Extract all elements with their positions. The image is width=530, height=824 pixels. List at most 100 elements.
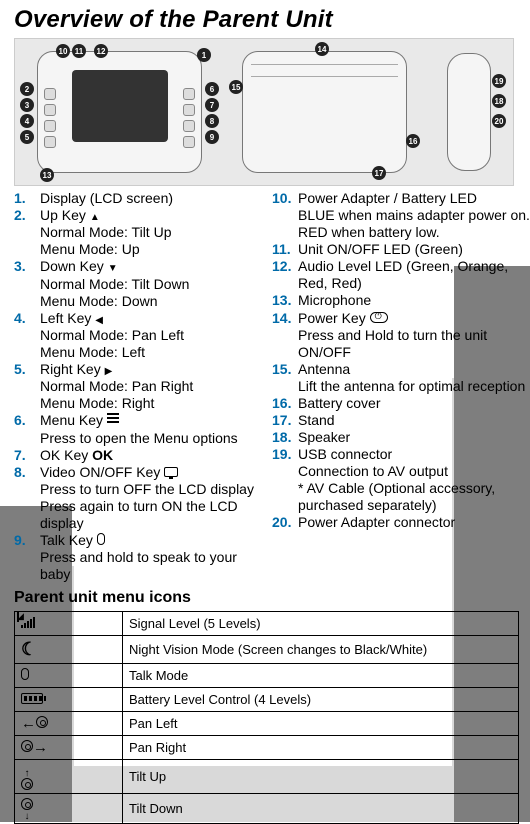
feature-extra: Press and hold to speak to your baby [40,549,258,583]
icon-cell [15,760,123,794]
icon-cell [15,793,123,824]
feature-label: Display (LCD screen) [40,190,173,206]
feature-body: Audio Level LED (Green, Orange, Red, Red… [298,258,530,292]
feature-item: 12.Audio Level LED (Green, Orange, Red, … [272,258,530,292]
feature-item: 3.Down Key Normal Mode: Tilt DownMenu Mo… [14,258,258,309]
feature-extra: RED when battery low. [298,224,530,241]
icon-description: Pan Right [123,736,519,760]
icon-description: Tilt Up [123,760,519,794]
feature-body: Unit ON/OFF LED (Green) [298,241,463,258]
feature-item: 2.Up Key Normal Mode: Tilt UpMenu Mode: … [14,207,258,258]
feature-extra: BLUE when mains adapter power on. [298,207,530,224]
feature-number: 16. [272,395,298,412]
icon-cell [15,664,123,688]
icon-cell [15,712,123,736]
pan-right-icon [21,739,48,756]
feature-body: Menu Key Press to open the Menu options [40,412,238,446]
table-row: ◢Signal Level (5 Levels) [15,612,519,636]
power-icon [370,312,388,323]
feature-body: Video ON/OFF Key Press to turn OFF the L… [40,464,258,532]
device-front-view: 1 2 3 4 5 6 7 8 9 10 11 12 13 [37,51,202,173]
feature-list-right: 10.Power Adapter / Battery LEDBLUE when … [270,190,530,583]
page-title: Overview of the Parent Unit [14,6,530,34]
feature-number: 18. [272,429,298,446]
feature-extra: Menu Mode: Up [40,241,171,258]
feature-body: Display (LCD screen) [40,190,173,207]
table-row: Night Vision Mode (Screen changes to Bla… [15,636,519,664]
feature-body: Battery cover [298,395,380,412]
menu-icon [107,413,119,425]
icon-description: Tilt Down [123,793,519,824]
feature-number: 9. [14,532,40,549]
device-back-view: 14 15 16 17 [242,51,407,173]
feature-number: 2. [14,207,40,224]
arrow-up-icon [90,207,100,223]
feature-item: 7.OK Key OK [14,447,258,464]
feature-number: 8. [14,464,40,481]
feature-extra: Press and Hold to turn the unit ON/OFF [298,327,530,361]
feature-extra: Menu Mode: Down [40,293,189,310]
icon-description: Pan Left [123,712,519,736]
feature-body: Right Key Normal Mode: Pan RightMenu Mod… [40,361,193,412]
icon-description: Night Vision Mode (Screen changes to Bla… [123,636,519,664]
tilt-up-icon [21,767,33,790]
table-row: Tilt Up [15,760,519,794]
feature-label: Menu Key [40,412,107,428]
feature-extra: Menu Mode: Left [40,344,184,361]
feature-number: 14. [272,310,298,327]
feature-item: 9.Talk Key Press and hold to speak to yo… [14,532,258,583]
feature-number: 3. [14,258,40,275]
feature-body: USB connectorConnection to AV output* AV… [298,446,530,514]
feature-number: 1. [14,190,40,207]
tilt-down-icon [21,798,33,821]
ok-icon: OK [92,447,113,463]
feature-number: 17. [272,412,298,429]
feature-label: OK Key [40,447,92,463]
feature-extra: Menu Mode: Right [40,395,193,412]
feature-item: 1.Display (LCD screen) [14,190,258,207]
feature-body: Talk Key Press and hold to speak to your… [40,532,258,583]
arrow-down-icon [108,258,118,274]
feature-number: 19. [272,446,298,463]
feature-label: Right Key [40,361,105,377]
feature-body: Speaker [298,429,350,446]
icon-cell [15,736,123,760]
feature-extra: Lift the antenna for optimal reception [298,378,525,395]
feature-label: USB connector [298,446,392,462]
feature-list-left: 1.Display (LCD screen)2.Up Key Normal Mo… [0,190,258,583]
mic-icon [97,533,105,545]
feature-number: 11. [272,241,298,258]
feature-extra: Normal Mode: Tilt Down [40,276,189,293]
feature-body: Power Adapter / Battery LEDBLUE when mai… [298,190,530,241]
feature-extra: Press to open the Menu options [40,430,238,447]
feature-number: 12. [272,258,298,275]
feature-extra: Connection to AV output [298,463,530,480]
arrow-left-icon [95,310,103,326]
feature-number: 7. [14,447,40,464]
icon-description: Battery Level Control (4 Levels) [123,688,519,712]
feature-item: 8.Video ON/OFF Key Press to turn OFF the… [14,464,258,532]
feature-body: AntennaLift the antenna for optimal rece… [298,361,525,395]
feature-extra: Press again to turn ON the LCD display [40,498,258,532]
feature-label: Stand [298,412,335,428]
feature-body: OK Key OK [40,447,113,464]
feature-body: Stand [298,412,335,429]
feature-item: 13.Microphone [272,292,530,309]
device-side-view: 19 18 20 [447,53,491,171]
feature-label: Speaker [298,429,350,445]
feature-extra: * AV Cable (Optional accessory, purchase… [298,480,530,514]
feature-item: 17.Stand [272,412,530,429]
feature-extra: Press to turn OFF the LCD display [40,481,258,498]
feature-extra: Normal Mode: Tilt Up [40,224,171,241]
feature-number: 6. [14,412,40,429]
feature-body: Power Adapter connector [298,514,455,531]
feature-item: 19.USB connectorConnection to AV output*… [272,446,530,514]
feature-label: Power Key [298,310,370,326]
table-row: Tilt Down [15,793,519,824]
signal-icon: ◢ [21,615,35,628]
feature-label: Talk Key [40,532,97,548]
feature-label: Left Key [40,310,95,326]
feature-body: Down Key Normal Mode: Tilt DownMenu Mode… [40,258,189,309]
icon-description: Talk Mode [123,664,519,688]
table-row: Pan Right [15,736,519,760]
